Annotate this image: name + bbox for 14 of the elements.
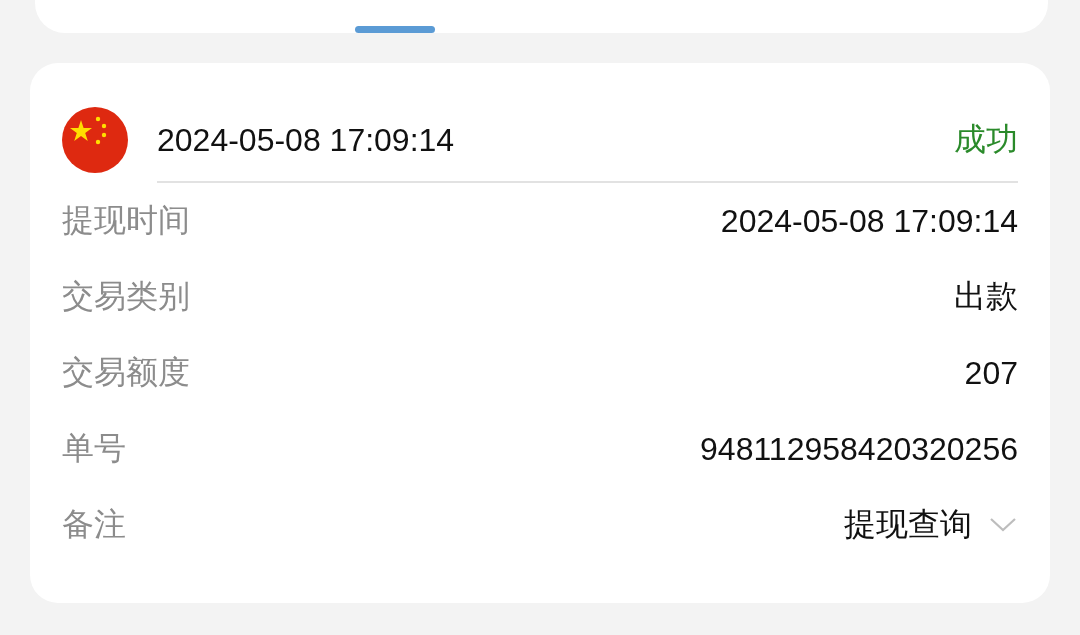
field-label: 交易额度: [62, 353, 190, 392]
field-value: 2024-05-08 17:09:14: [720, 202, 1018, 240]
field-value: 提现查询: [844, 505, 972, 544]
date-time: 2024-05-08 17:09:14: [157, 121, 456, 159]
field-value: 出款: [954, 277, 1018, 316]
field-label: 单号: [62, 429, 126, 468]
field-value: 948112958420320256: [700, 430, 1018, 468]
field-label: 提现时间: [62, 201, 190, 240]
status-label: 成功: [954, 120, 1018, 159]
field-value: 207: [964, 354, 1018, 392]
flag-icon: [62, 107, 128, 173]
chevron-down-icon[interactable]: [988, 516, 1018, 534]
field-label: 备注: [62, 505, 126, 544]
field-label: 交易类别: [62, 277, 190, 316]
